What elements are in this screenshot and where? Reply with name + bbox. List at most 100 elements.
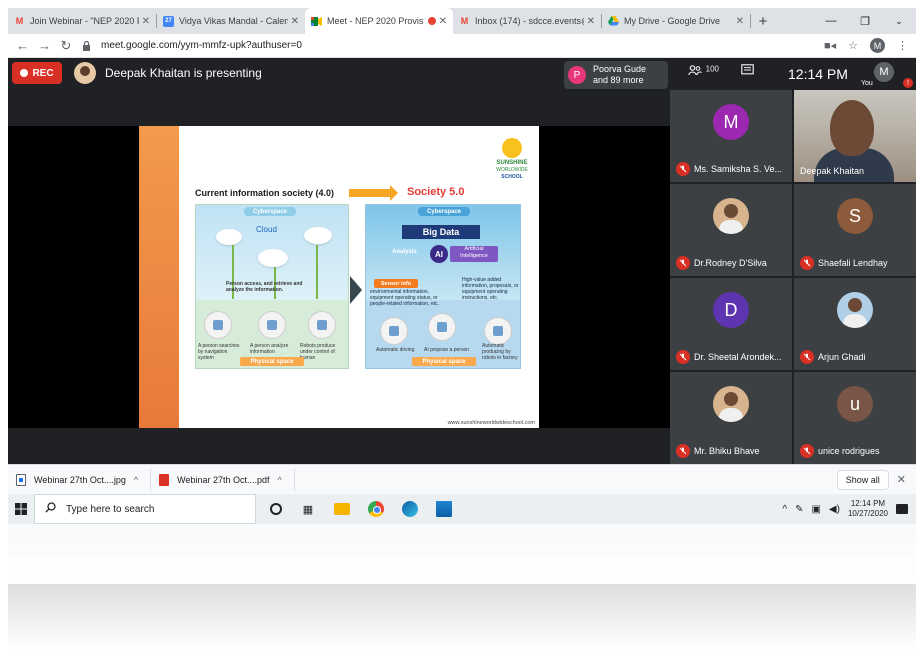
self-avatar[interactable]: M — [874, 62, 894, 82]
cloud-label: Cloud — [256, 225, 277, 234]
physical-space-label: Physical space — [240, 357, 304, 366]
participant-name: Dr. Sheetal Arondek... — [694, 352, 782, 362]
notification-icon[interactable] — [896, 504, 908, 514]
reload-icon[interactable]: ↻ — [60, 38, 72, 54]
chevron-up-icon[interactable]: ^ — [782, 504, 787, 515]
big-data-label: Big Data — [402, 225, 480, 239]
star-icon[interactable]: ☆ — [848, 39, 858, 52]
task-view-icon[interactable]: ▦ — [300, 501, 316, 517]
join-notification[interactable]: P Poorva Gude and 89 more — [564, 61, 668, 89]
download-filename: Webinar 27th Oct....jpg — [34, 474, 126, 485]
file-explorer-icon[interactable] — [334, 503, 350, 515]
close-icon[interactable]: ✕ — [291, 16, 299, 27]
participant-tile[interactable]: u unice rodrigues — [794, 372, 916, 464]
download-item[interactable]: Webinar 27th Oct....jpg ^ — [16, 468, 152, 491]
join-name: Poorva Gude — [593, 64, 647, 74]
taskbar-search[interactable]: Type here to search — [34, 494, 256, 524]
car-icon — [380, 317, 408, 345]
taskbar-clock[interactable]: 12:14 PM 10/27/2020 — [848, 499, 888, 519]
cloud-icon — [216, 229, 242, 245]
tab-drive[interactable]: My Drive - Google Drive ✕ — [602, 8, 750, 34]
participant-name: Dr.Rodney D'Silva — [694, 258, 767, 268]
tab-title: My Drive - Google Drive — [624, 16, 721, 26]
gmail-icon: M — [15, 16, 24, 26]
join-avatar: P — [568, 66, 586, 84]
chat-icon[interactable] — [741, 64, 754, 79]
mic-off-icon — [676, 350, 690, 364]
drive-icon — [608, 16, 619, 27]
close-icon[interactable]: ✕ — [142, 16, 150, 27]
mic-off-icon — [676, 444, 690, 458]
lock-icon[interactable] — [82, 40, 91, 51]
tab-inbox[interactable]: M Inbox (174) - sdcce.events@v ✕ — [453, 8, 601, 34]
physical-space-label: Physical space — [412, 357, 476, 366]
participant-label: Mr. Bhiku Bhave — [676, 444, 760, 458]
pdf-file-icon — [159, 473, 170, 486]
chevron-up-icon[interactable]: ^ — [134, 475, 138, 485]
close-icon[interactable]: ✕ — [439, 16, 447, 27]
chrome-icon[interactable] — [368, 501, 384, 517]
cortana-icon[interactable] — [270, 503, 282, 515]
tab-calendar[interactable]: 27 Vidya Vikas Mandal - Calenda ✕ — [157, 8, 305, 34]
calendar-icon: 27 — [163, 15, 174, 27]
minimize-button[interactable]: — — [814, 15, 848, 27]
participant-tile[interactable]: S Shaefali Lendhay — [794, 184, 916, 276]
mic-off-icon — [800, 444, 814, 458]
more-window-icon[interactable]: ⌄ — [882, 16, 916, 27]
photos-icon[interactable] — [436, 501, 452, 517]
volume-icon[interactable]: ◀) — [829, 504, 840, 515]
participant-name: Shaefali Lendhay — [818, 258, 888, 268]
close-icon[interactable]: ✕ — [897, 473, 906, 486]
participant-tile[interactable]: Arjun Ghadi — [794, 278, 916, 370]
window-controls: — ❐ ⌄ — [814, 8, 916, 34]
rec-label: REC — [32, 67, 54, 79]
sensor-info-label: Sensor info — [374, 279, 418, 288]
menu-icon[interactable]: ⋮ — [897, 39, 908, 52]
participant-tile[interactable]: D Dr. Sheetal Arondek... — [670, 278, 792, 370]
back-icon[interactable]: ← — [16, 38, 29, 53]
participant-label: Dr.Rodney D'Silva — [676, 256, 767, 270]
address-bar[interactable]: meet.google.com/yym-mmfz-upk?authuser=0 — [101, 40, 814, 51]
show-all-button[interactable]: Show all — [836, 469, 889, 490]
participant-name: Arjun Ghadi — [818, 352, 866, 362]
people-button[interactable]: 100 — [688, 64, 719, 79]
search-placeholder: Type here to search — [66, 503, 155, 515]
participant-photo — [713, 386, 749, 422]
join-text: Poorva Gude and 89 more — [593, 64, 646, 86]
participant-tile[interactable]: M Ms. Samiksha S. Ve... — [670, 90, 792, 182]
ai-row: Analysis AI Artificial Intelligence — [392, 245, 516, 263]
tab-title: Join Webinar - "NEP 2020 Prov — [30, 16, 139, 26]
downloads-bar: Webinar 27th Oct....jpg ^ Webinar 27th O… — [8, 464, 916, 494]
participant-tile[interactable]: Mr. Bhiku Bhave — [670, 372, 792, 464]
download-item[interactable]: Webinar 27th Oct....pdf ^ — [159, 468, 295, 491]
alert-icon: ! — [903, 78, 913, 88]
chevron-up-icon[interactable]: ^ — [278, 475, 282, 485]
participant-tile[interactable]: Dr.Rodney D'Silva — [670, 184, 792, 276]
gmail-icon: M — [460, 16, 469, 26]
participant-photo — [837, 292, 873, 328]
participant-avatar: u — [837, 386, 873, 422]
big-arrow-icon — [350, 276, 362, 304]
laptop-icon — [258, 311, 286, 339]
pen-icon[interactable]: ✎ — [795, 504, 803, 515]
person-ai-icon — [428, 313, 456, 341]
tab-title: Vidya Vikas Mandal - Calenda — [179, 16, 288, 26]
presentation-area: SUNSHINE WORLDWIDE SCHOOL Current inform… — [8, 126, 670, 428]
new-tab-button[interactable]: + — [751, 8, 775, 34]
close-icon[interactable]: ✕ — [736, 16, 744, 27]
restore-button[interactable]: ❐ — [848, 15, 882, 28]
camera-icon[interactable]: ■◂ — [824, 39, 836, 52]
start-button[interactable] — [8, 503, 34, 515]
taskbar-apps: ▦ — [270, 501, 452, 517]
close-icon[interactable]: ✕ — [587, 16, 595, 27]
network-icon[interactable]: ▣ — [811, 504, 820, 515]
caption-robots: Robots produce under control of human — [300, 343, 336, 361]
mic-off-icon — [676, 256, 690, 270]
edge-icon[interactable] — [402, 501, 418, 517]
participant-tile[interactable]: Deepak Khaitan — [794, 90, 916, 182]
society-4-panel: Cyberspace Cloud Person access, and retr… — [195, 204, 349, 369]
profile-avatar[interactable]: M — [870, 38, 885, 53]
tab-join-webinar[interactable]: M Join Webinar - "NEP 2020 Prov ✕ — [8, 8, 156, 34]
forward-icon[interactable]: → — [38, 38, 51, 53]
tab-meet[interactable]: Meet - NEP 2020 Provision ✕ — [305, 8, 453, 34]
